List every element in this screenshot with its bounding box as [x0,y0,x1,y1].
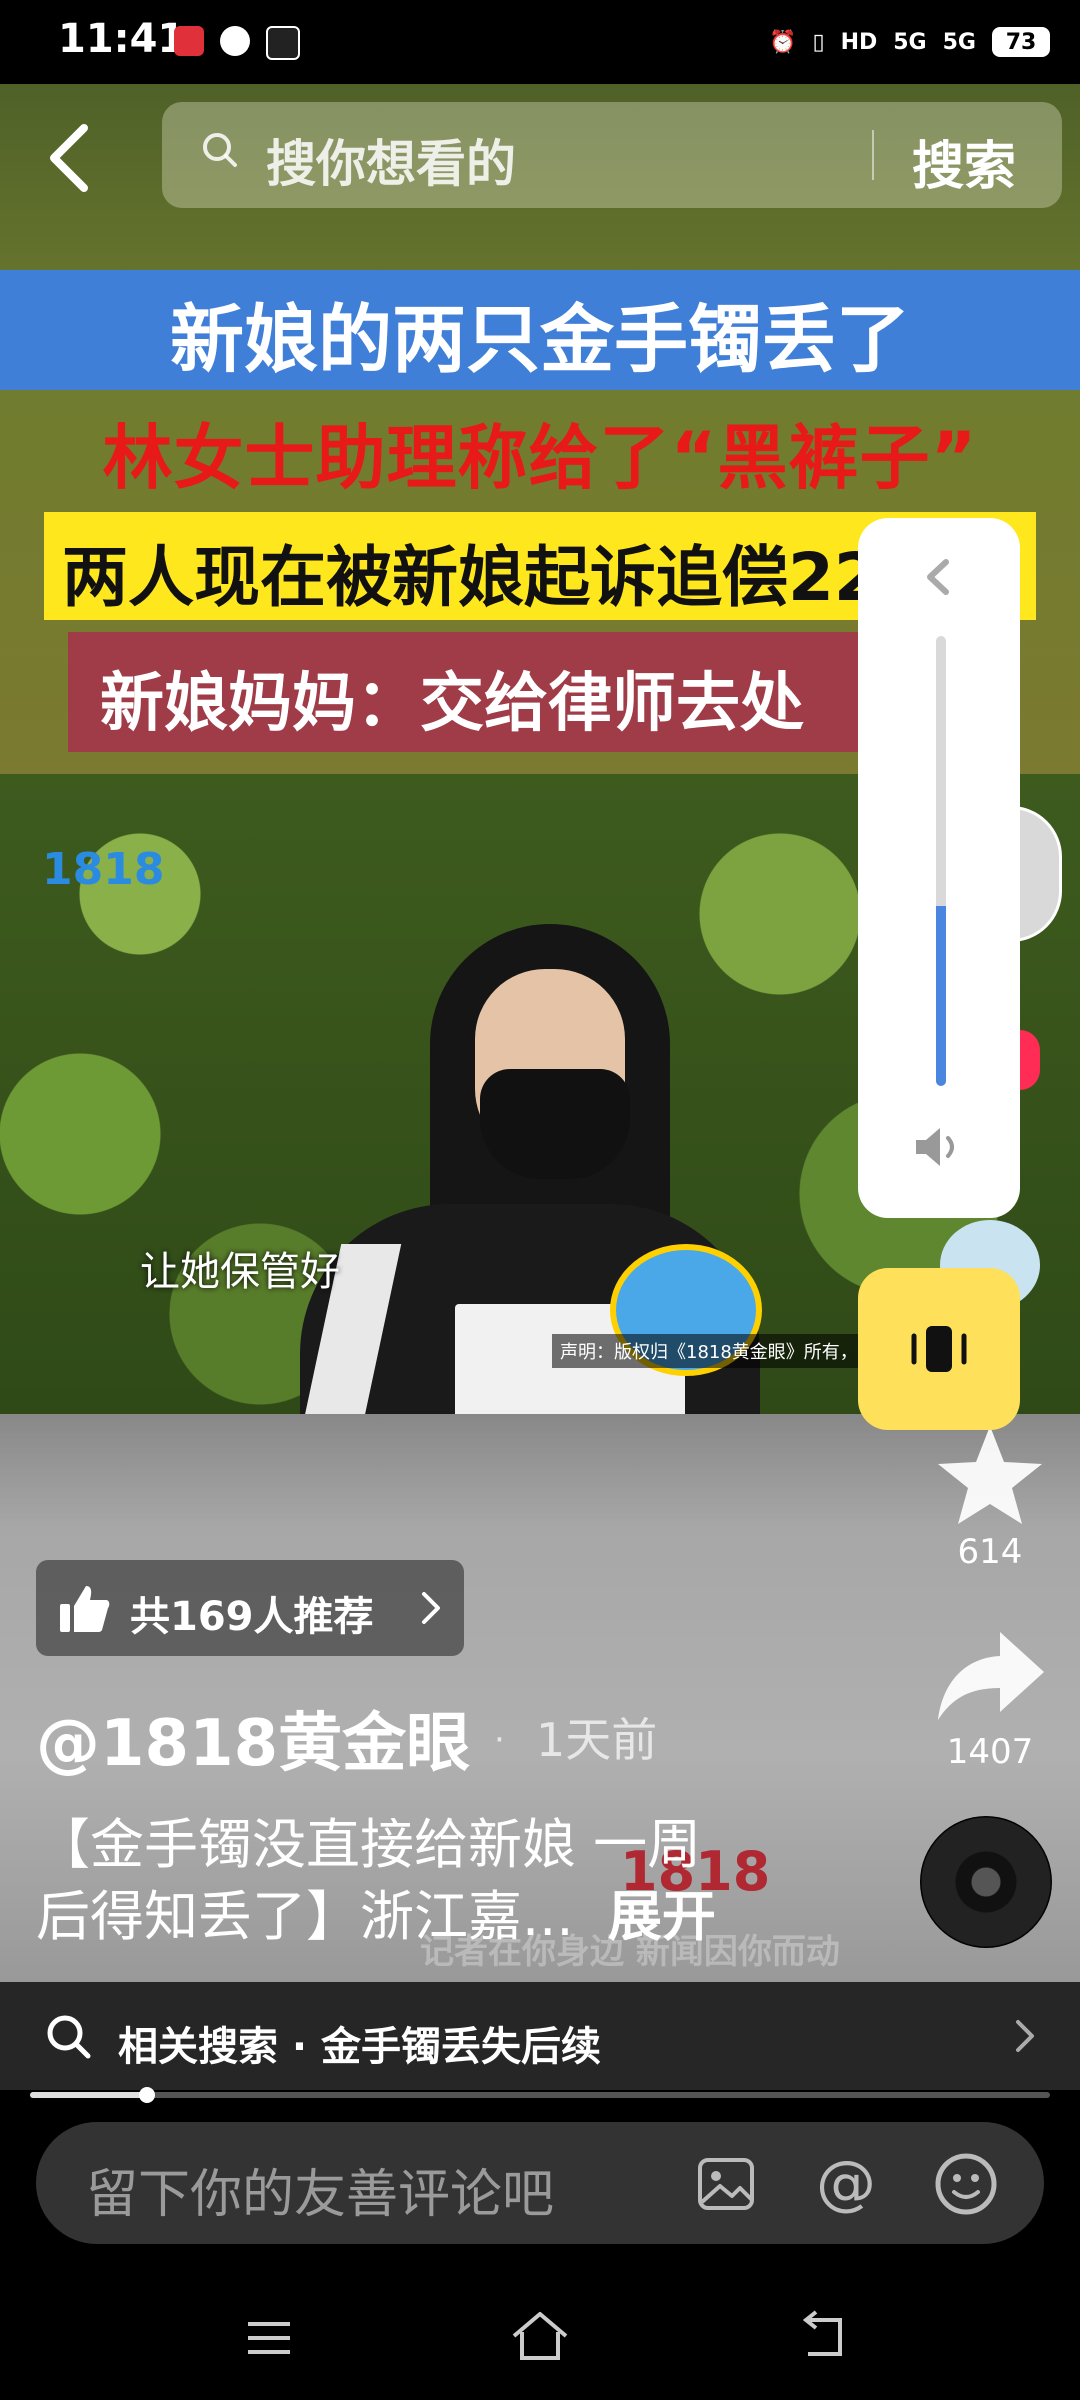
copyright-notice: 声明：版权归《1818黄金眼》所有，未经 [552,1334,902,1368]
vibrate-icon [911,1326,967,1372]
mention-icon[interactable]: @ [816,2148,876,2218]
comment-bar[interactable]: 留下你的友善评论吧 @ [36,2122,1044,2244]
playback-progress-handle[interactable] [139,2087,156,2103]
status-bar: 11:41 ⏰ ▯ HD 5G 5G 73 [0,0,1080,84]
chevron-right-icon [1016,2020,1034,2052]
favorite-button[interactable]: 614 [930,1420,1050,1572]
search-icon [203,133,237,167]
post-description-text: 后得知丢了】浙江嘉... [36,1885,574,1948]
tiktok-app-icon [266,26,300,60]
signal-5g-2: 5G [942,29,976,55]
expand-link[interactable]: 展开 [608,1885,716,1948]
chevron-left-icon[interactable] [914,552,964,602]
emoji-icon[interactable] [934,2152,998,2216]
volume-panel[interactable] [858,518,1020,1218]
status-time: 11:41 [58,16,186,62]
battery-icon: 73 [992,27,1050,57]
video-subtitle: 让她保管好 [140,1249,340,1295]
signal-5g-1: 5G [893,29,927,55]
music-disc-icon[interactable] [920,1816,1052,1948]
channel-logo: 1818 [42,844,165,895]
recent-apps-icon[interactable] [244,2318,294,2358]
chevron-left-icon [50,124,88,192]
recommend-text: 共169人推荐 [130,1594,374,1640]
yellow-banner-text: 两人现在被新娘起诉追偿22 [62,539,880,616]
share-arrow-icon [938,1632,1044,1720]
volume-slider[interactable] [936,636,946,1086]
share-button[interactable]: 1407 [930,1620,1050,1772]
headline-text: 新娘的两只金手镯丢了 [170,297,910,383]
search-icon [47,2015,91,2059]
chevron-right-icon [422,1592,440,1624]
search-button[interactable]: 搜索 [912,124,1016,199]
home-icon[interactable] [508,2308,572,2364]
playback-progress-bar[interactable] [30,2087,1050,2103]
star-icon [938,1426,1042,1524]
post-description-line-2: 后得知丢了】浙江嘉... 展开 [36,1872,716,1951]
system-nav-bar [0,2262,1080,2400]
post-description-line-1: 【金手镯没直接给新娘 一周 [36,1813,702,1876]
image-icon[interactable] [696,2156,756,2212]
back-button[interactable] [40,118,100,198]
separator-dot: · [494,1720,505,1760]
news-app-icon [174,26,204,56]
bottom-banner-text: 新娘妈妈：交给律师去处 [100,667,804,741]
vibrate-mode-button[interactable] [858,1268,1020,1430]
share-count: 1407 [946,1732,1034,1772]
vibrate-status-icon: ▯ [812,29,825,55]
volume-slider-fill [936,906,946,1086]
related-search-bar[interactable]: 相关搜索 · 金手镯丢失后续 [0,1982,1080,2090]
related-search-text: 相关搜索 · 金手镯丢失后续 [118,2024,602,2070]
comment-input[interactable]: 留下你的友善评论吧 [86,2152,554,2227]
speaker-icon [916,1128,954,1166]
face-mask [480,1069,630,1179]
search-bar[interactable]: 搜你想看的 搜索 [162,102,1062,208]
status-indicators: ⏰ ▯ HD 5G 5G 73 [769,20,1050,64]
favorite-count: 614 [957,1532,1023,1572]
post-time: 1天前 [536,1713,658,1767]
hd-label: HD [840,29,878,55]
headline-banner: 新娘的两只金手镯丢了 [0,270,1080,390]
search-divider [872,130,874,180]
search-input[interactable]: 搜你想看的 [266,124,516,196]
back-nav-icon[interactable] [796,2310,850,2362]
author-name[interactable]: @1818黄金眼 [36,1692,470,1784]
alarm-icon: ⏰ [769,29,797,55]
thumbs-up-icon [60,1586,110,1632]
red-caption: 林女士助理称给了“黑裤子” [102,417,978,499]
playback-progress-fill [30,2092,148,2098]
recommend-pill[interactable]: 共169人推荐 [36,1560,464,1656]
link-app-icon [220,26,250,56]
